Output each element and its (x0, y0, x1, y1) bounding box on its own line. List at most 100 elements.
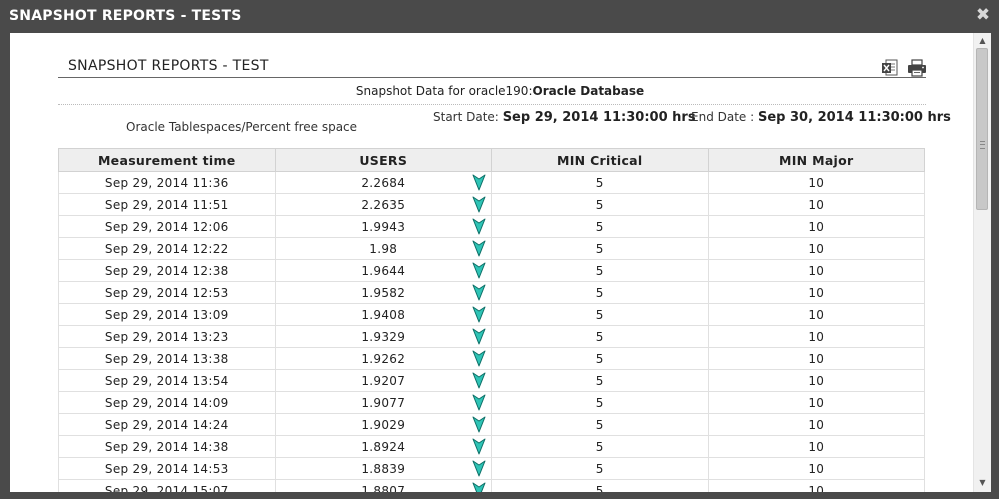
users-value: 1.9077 (361, 395, 406, 410)
table-row: Sep 29, 2014 14:53 1.8839 5 10 (58, 457, 925, 480)
report-title: SNAPSHOT REPORTS - TEST (68, 58, 269, 74)
table-row: Sep 29, 2014 13:54 1.9207 5 10 (58, 369, 925, 392)
cell-min-major: 10 (707, 215, 925, 238)
trend-down-icon (472, 196, 486, 213)
cell-min-critical: 5 (491, 457, 709, 480)
table-row: Sep 29, 2014 14:38 1.8924 5 10 (58, 435, 925, 458)
cell-min-major: 10 (707, 479, 925, 492)
cell-users: 1.9329 (274, 325, 492, 348)
table-row: Sep 29, 2014 11:51 2.2635 5 10 (58, 193, 925, 216)
cell-measurement-time: Sep 29, 2014 11:51 (58, 193, 276, 216)
excel-export-icon[interactable] (882, 59, 898, 77)
table-body: Sep 29, 2014 11:36 2.2684 5 10 Sep 29, 2014 … (58, 171, 925, 493)
cell-measurement-time: Sep 29, 2014 13:23 (58, 325, 276, 348)
cell-users: 1.9077 (274, 391, 492, 414)
end-date: End Date : Sep 30, 2014 11:30:00 hrs (691, 110, 951, 125)
users-value: 1.9943 (361, 219, 406, 234)
users-value: 1.9207 (361, 373, 406, 388)
cell-min-major: 10 (707, 237, 925, 260)
cell-measurement-time: Sep 29, 2014 12:53 (58, 281, 276, 304)
cell-min-critical: 5 (491, 237, 709, 260)
header-min-critical: MIN Critical (491, 148, 709, 172)
trend-down-icon (472, 482, 486, 492)
cell-min-major: 10 (707, 171, 925, 194)
table-header-row: Measurement time USERS MIN Critical MIN … (58, 148, 925, 172)
cell-users: 1.9029 (274, 413, 492, 436)
cell-min-critical: 5 (491, 347, 709, 370)
vertical-scrollbar[interactable]: ▲ ▼ (973, 33, 991, 492)
cell-users: 1.9408 (274, 303, 492, 326)
cell-measurement-time: Sep 29, 2014 14:09 (58, 391, 276, 414)
users-value: 1.9408 (361, 307, 406, 322)
close-icon[interactable]: ✖ (975, 6, 991, 24)
trend-down-icon (472, 174, 486, 191)
cell-measurement-time: Sep 29, 2014 12:06 (58, 215, 276, 238)
users-value: 1.9329 (361, 329, 406, 344)
snapshot-source: Snapshot Data for oracle190:Oracle Datab… (10, 84, 990, 98)
table-row: Sep 29, 2014 12:38 1.9644 5 10 (58, 259, 925, 282)
cell-min-critical: 5 (491, 479, 709, 492)
trend-down-icon (472, 306, 486, 323)
thumb-grip-icon (980, 141, 985, 149)
table-row: Sep 29, 2014 12:22 1.98 5 10 (58, 237, 925, 260)
trend-down-icon (472, 284, 486, 301)
snapshot-host: oracle190 (468, 84, 529, 98)
cell-measurement-time: Sep 29, 2014 11:36 (58, 171, 276, 194)
cell-measurement-time: Sep 29, 2014 14:53 (58, 457, 276, 480)
header-min-major: MIN Major (707, 148, 925, 172)
cell-min-critical: 5 (491, 369, 709, 392)
users-value: 1.9644 (361, 263, 406, 278)
cell-measurement-time: Sep 29, 2014 12:38 (58, 259, 276, 282)
users-value: 1.98 (369, 241, 398, 256)
print-icon[interactable] (907, 59, 927, 77)
users-value: 1.9262 (361, 351, 406, 366)
window-titlebar: SNAPSHOT REPORTS - TESTS ✖ (0, 0, 999, 33)
header-measurement-time: Measurement time (58, 148, 276, 172)
table-row: Sep 29, 2014 13:09 1.9408 5 10 (58, 303, 925, 326)
cell-users: 1.9207 (274, 369, 492, 392)
table-row: Sep 29, 2014 11:36 2.2684 5 10 (58, 171, 925, 194)
start-date-value: Sep 29, 2014 11:30:00 hrs (502, 110, 696, 125)
trend-down-icon (472, 372, 486, 389)
trend-down-icon (472, 416, 486, 433)
cell-users: 1.9644 (274, 259, 492, 282)
snapshot-table: Measurement time USERS MIN Critical MIN … (58, 148, 925, 492)
cell-users: 1.9262 (274, 347, 492, 370)
end-date-label: End Date : (691, 110, 755, 124)
users-value: 1.9582 (361, 285, 406, 300)
cell-users: 2.2635 (274, 193, 492, 216)
cell-min-critical: 5 (491, 435, 709, 458)
report-content: SNAPSHOT REPORTS - TEST Snapshot Data fo… (10, 33, 990, 492)
table-row: Sep 29, 2014 13:23 1.9329 5 10 (58, 325, 925, 348)
table-row: Sep 29, 2014 14:09 1.9077 5 10 (58, 391, 925, 414)
cell-min-critical: 5 (491, 171, 709, 194)
cell-measurement-time: Sep 29, 2014 12:22 (58, 237, 276, 260)
trend-down-icon (472, 262, 486, 279)
cell-min-major: 10 (707, 193, 925, 216)
cell-min-major: 10 (707, 281, 925, 304)
trend-down-icon (472, 438, 486, 455)
cell-users: 1.9582 (274, 281, 492, 304)
scroll-down-arrow-icon[interactable]: ▼ (974, 476, 991, 490)
cell-users: 1.9943 (274, 215, 492, 238)
users-value: 1.9029 (361, 417, 406, 432)
table-row: Sep 29, 2014 12:53 1.9582 5 10 (58, 281, 925, 304)
cell-min-major: 10 (707, 391, 925, 414)
cell-users: 1.8807 (274, 479, 492, 493)
cell-min-major: 10 (707, 457, 925, 480)
cell-measurement-time: Sep 29, 2014 15:07 (58, 479, 276, 492)
cell-min-major: 10 (707, 347, 925, 370)
trend-down-icon (472, 218, 486, 235)
users-value: 1.8807 (361, 483, 406, 493)
scroll-thumb[interactable] (976, 48, 988, 210)
cell-measurement-time: Sep 29, 2014 14:38 (58, 435, 276, 458)
snapshot-database: Oracle Database (532, 84, 645, 98)
cell-min-critical: 5 (491, 281, 709, 304)
users-value: 2.2684 (361, 175, 406, 190)
cell-users: 2.2684 (274, 171, 492, 194)
cell-min-major: 10 (707, 259, 925, 282)
cell-min-critical: 5 (491, 303, 709, 326)
trend-down-icon (472, 460, 486, 477)
cell-measurement-time: Sep 29, 2014 14:24 (58, 413, 276, 436)
scroll-up-arrow-icon[interactable]: ▲ (974, 34, 991, 48)
